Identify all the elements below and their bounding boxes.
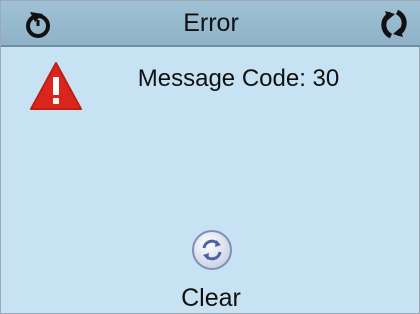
clear-button[interactable]: Clear (161, 227, 261, 313)
circular-arrows-icon (191, 229, 233, 271)
back-arrow-icon (26, 12, 50, 38)
refresh-button[interactable] (371, 7, 417, 41)
back-button[interactable] (21, 7, 55, 41)
header-bar: Error (1, 1, 420, 47)
clear-label: Clear (181, 284, 241, 312)
refresh-icon (381, 9, 407, 39)
page-title: Error (183, 9, 239, 37)
message-code-text: Message Code: 30 (137, 65, 340, 92)
error-screen: Error Message Code: 30 Clear (0, 0, 420, 314)
